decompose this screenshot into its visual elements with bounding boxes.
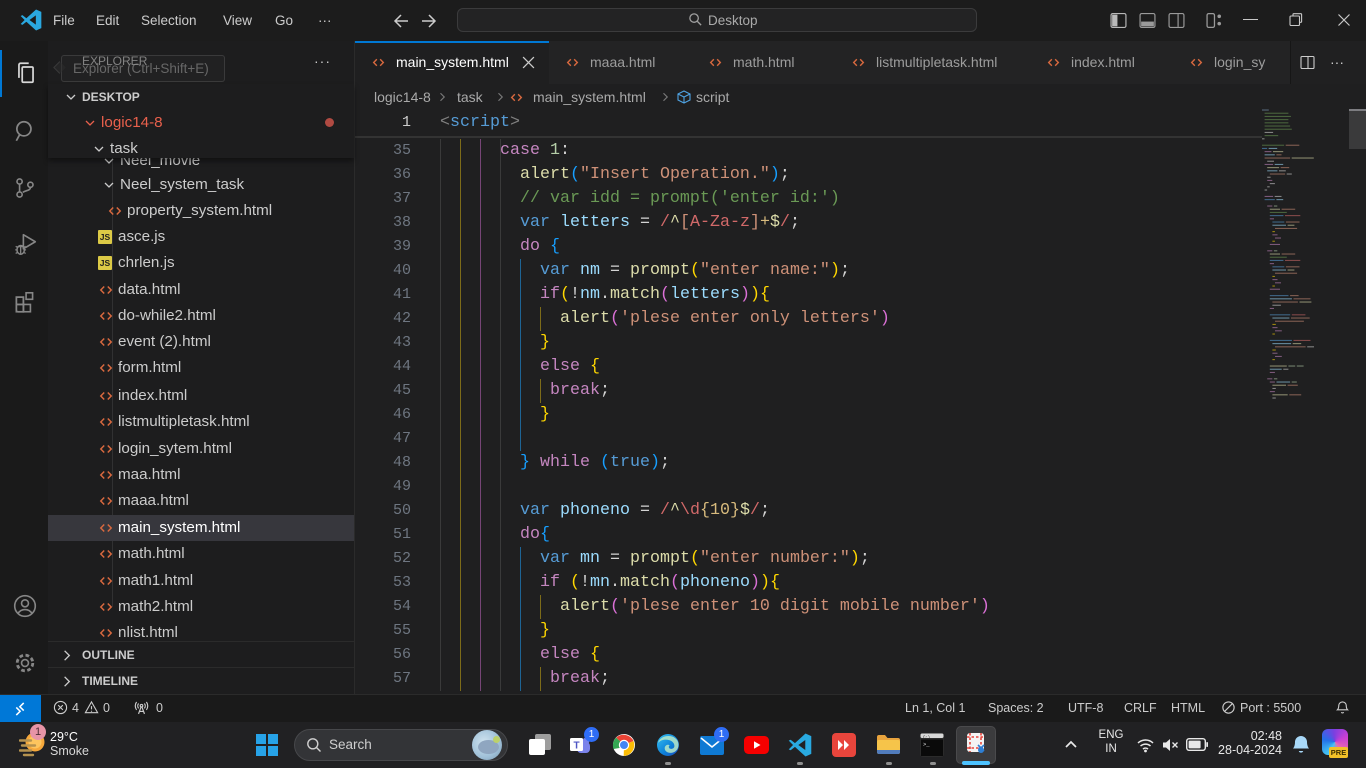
svg-text:T: T xyxy=(573,741,579,752)
svg-text:>_: >_ xyxy=(923,741,930,748)
